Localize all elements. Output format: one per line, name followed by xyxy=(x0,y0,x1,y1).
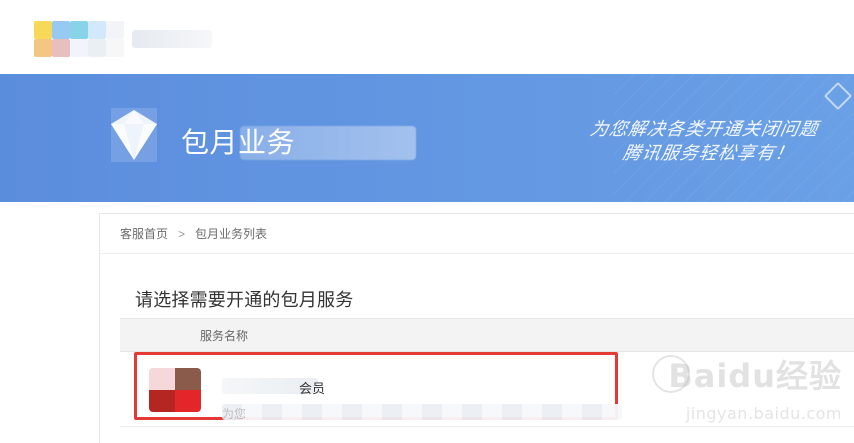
service-title[interactable]: 会员 xyxy=(299,378,325,397)
banner-title-blur xyxy=(240,126,416,160)
watermark: Baidu经验 jingyan.baidu.com xyxy=(652,351,842,429)
banner: 包月业务 为您解决各类开通关闭问题 腾讯服务轻松享有！ xyxy=(0,74,854,202)
logo-text-blur xyxy=(132,30,212,48)
service-description: 为您 xyxy=(222,407,247,421)
breadcrumb: 客服首页 > 包月业务列表 xyxy=(100,214,854,254)
breadcrumb-current: 包月业务列表 xyxy=(195,227,268,241)
watermark-site: jingyan.baidu.com xyxy=(685,404,842,423)
banner-slogan-line2: 腾讯服务轻松享有！ xyxy=(621,143,796,164)
page-title: 请选择需要开通的包月服务 xyxy=(135,290,354,310)
banner-slogan-line1: 为您解决各类开通关闭问题 xyxy=(588,119,821,140)
breadcrumb-home-link[interactable]: 客服首页 xyxy=(120,225,168,242)
watermark-brand: Baidu经验 xyxy=(668,357,842,395)
blurred-logo-icon xyxy=(34,21,124,57)
page: 包月业务 为您解决各类开通关闭问题 腾讯服务轻松享有！ 客服首页 > 包月业务列… xyxy=(0,0,854,443)
breadcrumb-separator: > xyxy=(178,226,186,241)
banner-slogan: 为您解决各类开通关闭问题 腾讯服务轻松享有！ xyxy=(542,118,820,166)
table-header: 服务名称 xyxy=(120,318,854,352)
diamond-logo-icon xyxy=(111,108,157,162)
top-logo[interactable] xyxy=(34,10,289,68)
service-description-blur xyxy=(222,404,622,420)
column-service-name: 服务名称 xyxy=(200,328,249,343)
service-thumbnail-icon xyxy=(149,368,201,412)
